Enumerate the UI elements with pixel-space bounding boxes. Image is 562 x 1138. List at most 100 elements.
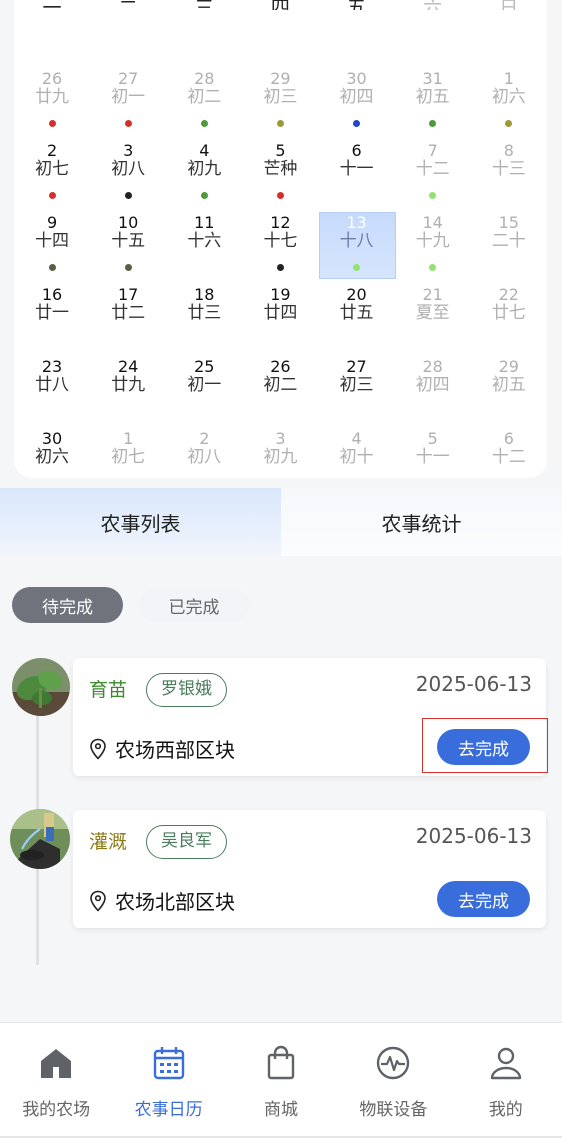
- day-number: 2: [46, 141, 58, 160]
- tab-task-stats[interactable]: 农事统计: [281, 488, 562, 556]
- complete-task-button[interactable]: 去完成: [437, 881, 530, 917]
- calendar-day[interactable]: 9 十四: [14, 212, 90, 284]
- location-pin-icon: [90, 890, 106, 912]
- calendar-day[interactable]: 31 初五: [395, 68, 471, 140]
- day-number: 23: [41, 357, 63, 376]
- calendar-day[interactable]: 17 廿二: [90, 284, 166, 356]
- lunar-date: 初五: [491, 375, 526, 395]
- calendar-day[interactable]: 29 初五: [471, 356, 547, 428]
- calendar-day[interactable]: 28 初四: [395, 356, 471, 428]
- lunar-date: 十四: [35, 231, 70, 251]
- lunar-date: 初五: [415, 87, 450, 107]
- calendar-day[interactable]: 15 二十: [471, 212, 547, 284]
- lunar-date: 十三: [491, 159, 526, 179]
- nav-my-farm[interactable]: 我的农场: [0, 1023, 112, 1138]
- calendar-day[interactable]: 2 初七: [14, 140, 90, 212]
- lunar-date: 初三: [339, 375, 374, 395]
- weekday-header: 一 二 三 四 五 六 日: [14, 0, 547, 24]
- calendar-day[interactable]: 20 廿五: [319, 284, 395, 356]
- filter-pending[interactable]: 待完成: [12, 587, 123, 623]
- calendar-day[interactable]: 11 十六: [166, 212, 242, 284]
- lunar-date: 初八: [187, 447, 222, 467]
- lunar-date: 初六: [35, 447, 70, 467]
- lunar-date: 初六: [491, 87, 526, 107]
- calendar-day[interactable]: 21 夏至: [395, 284, 471, 356]
- day-number: 29: [270, 69, 291, 88]
- task-indicator-dot: [353, 264, 361, 271]
- calendar-day[interactable]: 3 初八: [90, 140, 166, 212]
- task-title: 育苗: [89, 679, 128, 701]
- day-number: 28: [194, 69, 215, 88]
- calendar-day[interactable]: 19 廿四: [242, 284, 318, 356]
- location-text: 农场西部区块: [115, 738, 235, 762]
- calendar-day[interactable]: 26 初二: [242, 356, 318, 428]
- day-number: 5: [275, 141, 286, 160]
- calendar-day[interactable]: 4 初九: [166, 140, 242, 212]
- calendar-day[interactable]: 27 初一: [90, 68, 166, 140]
- task-indicator-dot: [124, 192, 132, 199]
- day-number: 11: [194, 213, 215, 232]
- calendar-day[interactable]: 18 廿三: [166, 284, 242, 356]
- task-indicator-dot: [429, 120, 437, 127]
- shopping-bag-icon: [267, 1045, 295, 1080]
- calendar-week-row: 26 廿九 27 初一 28 初二 29 初三 30 初四 31 初五 1 初六: [14, 68, 547, 140]
- nav-iot-devices[interactable]: 物联设备: [337, 1023, 449, 1138]
- day-number: 2: [199, 429, 210, 448]
- nav-profile[interactable]: 我的: [450, 1023, 562, 1138]
- lunar-date: 十二: [491, 447, 526, 467]
- tab-task-list[interactable]: 农事列表: [0, 488, 281, 556]
- calendar-day[interactable]: 22 廿七: [471, 284, 547, 356]
- lunar-date: 廿三: [187, 303, 222, 323]
- weekday-label: 一: [14, 0, 90, 10]
- day-number: 28: [422, 357, 443, 376]
- day-number: 30: [346, 69, 367, 88]
- lunar-date: 十六: [187, 231, 222, 251]
- filter-completed[interactable]: 已完成: [139, 587, 249, 623]
- tab-bar: 农事列表 农事统计: [0, 488, 562, 556]
- lunar-date: 初一: [187, 375, 222, 395]
- task-indicator-dot: [353, 120, 361, 127]
- task-card[interactable]: 灌溉 吴良军 2025-06-13 农场北部区块 去完成: [73, 810, 546, 928]
- day-number: 3: [123, 141, 134, 160]
- calendar-day[interactable]: 26 廿九: [14, 68, 90, 140]
- task-indicator-dot: [200, 192, 208, 199]
- calendar-day[interactable]: 27 初三: [319, 356, 395, 428]
- calendar-day[interactable]: 25 初一: [166, 356, 242, 428]
- day-number: 9: [46, 213, 58, 232]
- calendar-day[interactable]: 10 十五: [90, 212, 166, 284]
- day-number: 7: [427, 141, 438, 160]
- lunar-date: 廿一: [35, 303, 70, 323]
- calendar-day[interactable]: 12 十七: [242, 212, 318, 284]
- task-indicator-dot: [429, 264, 437, 271]
- lunar-date: 十一: [339, 159, 374, 179]
- calendar-day[interactable]: 29 初三: [242, 68, 318, 140]
- lunar-date: 初二: [263, 375, 298, 395]
- task-indicator-dot: [124, 120, 132, 127]
- calendar-day-selected[interactable]: 13 十八: [318, 212, 396, 284]
- task-date: 2025-06-13: [415, 824, 532, 848]
- calendar-day[interactable]: 28 初二: [166, 68, 242, 140]
- day-number: 14: [422, 213, 443, 232]
- day-number: 16: [41, 285, 63, 304]
- calendar-day[interactable]: 8 十三: [471, 140, 547, 212]
- nav-farm-calendar[interactable]: 农事日历: [112, 1023, 224, 1138]
- day-number: 17: [118, 285, 139, 304]
- calendar-day[interactable]: 24 廿九: [90, 356, 166, 428]
- calendar-day[interactable]: 6 十一: [319, 140, 395, 212]
- task-indicator-dot: [505, 120, 513, 127]
- calendar-day[interactable]: 14 十九: [395, 212, 471, 284]
- calendar-day[interactable]: 30 初四: [319, 68, 395, 140]
- calendar-day[interactable]: 7 十二: [395, 140, 471, 212]
- day-number: 12: [270, 213, 291, 232]
- calendar-day[interactable]: 1 初六: [471, 68, 547, 140]
- calendar-day[interactable]: 23 廿八: [14, 356, 90, 428]
- nav-mall[interactable]: 商城: [225, 1023, 337, 1138]
- calendar-day[interactable]: 16 廿一: [14, 284, 90, 356]
- lunar-date: 初二: [187, 87, 222, 107]
- calendar-week-row: 9 十四 10 十五 11 十六 12 十七 13 十八 14 十九 15 二十: [14, 212, 547, 284]
- assignee-tag: 吴良军: [146, 825, 227, 859]
- lunar-date: 初四: [339, 87, 374, 107]
- calendar-day[interactable]: 5 芒种: [242, 140, 318, 212]
- weekday-label: 五: [319, 0, 395, 10]
- day-number: 19: [270, 285, 291, 304]
